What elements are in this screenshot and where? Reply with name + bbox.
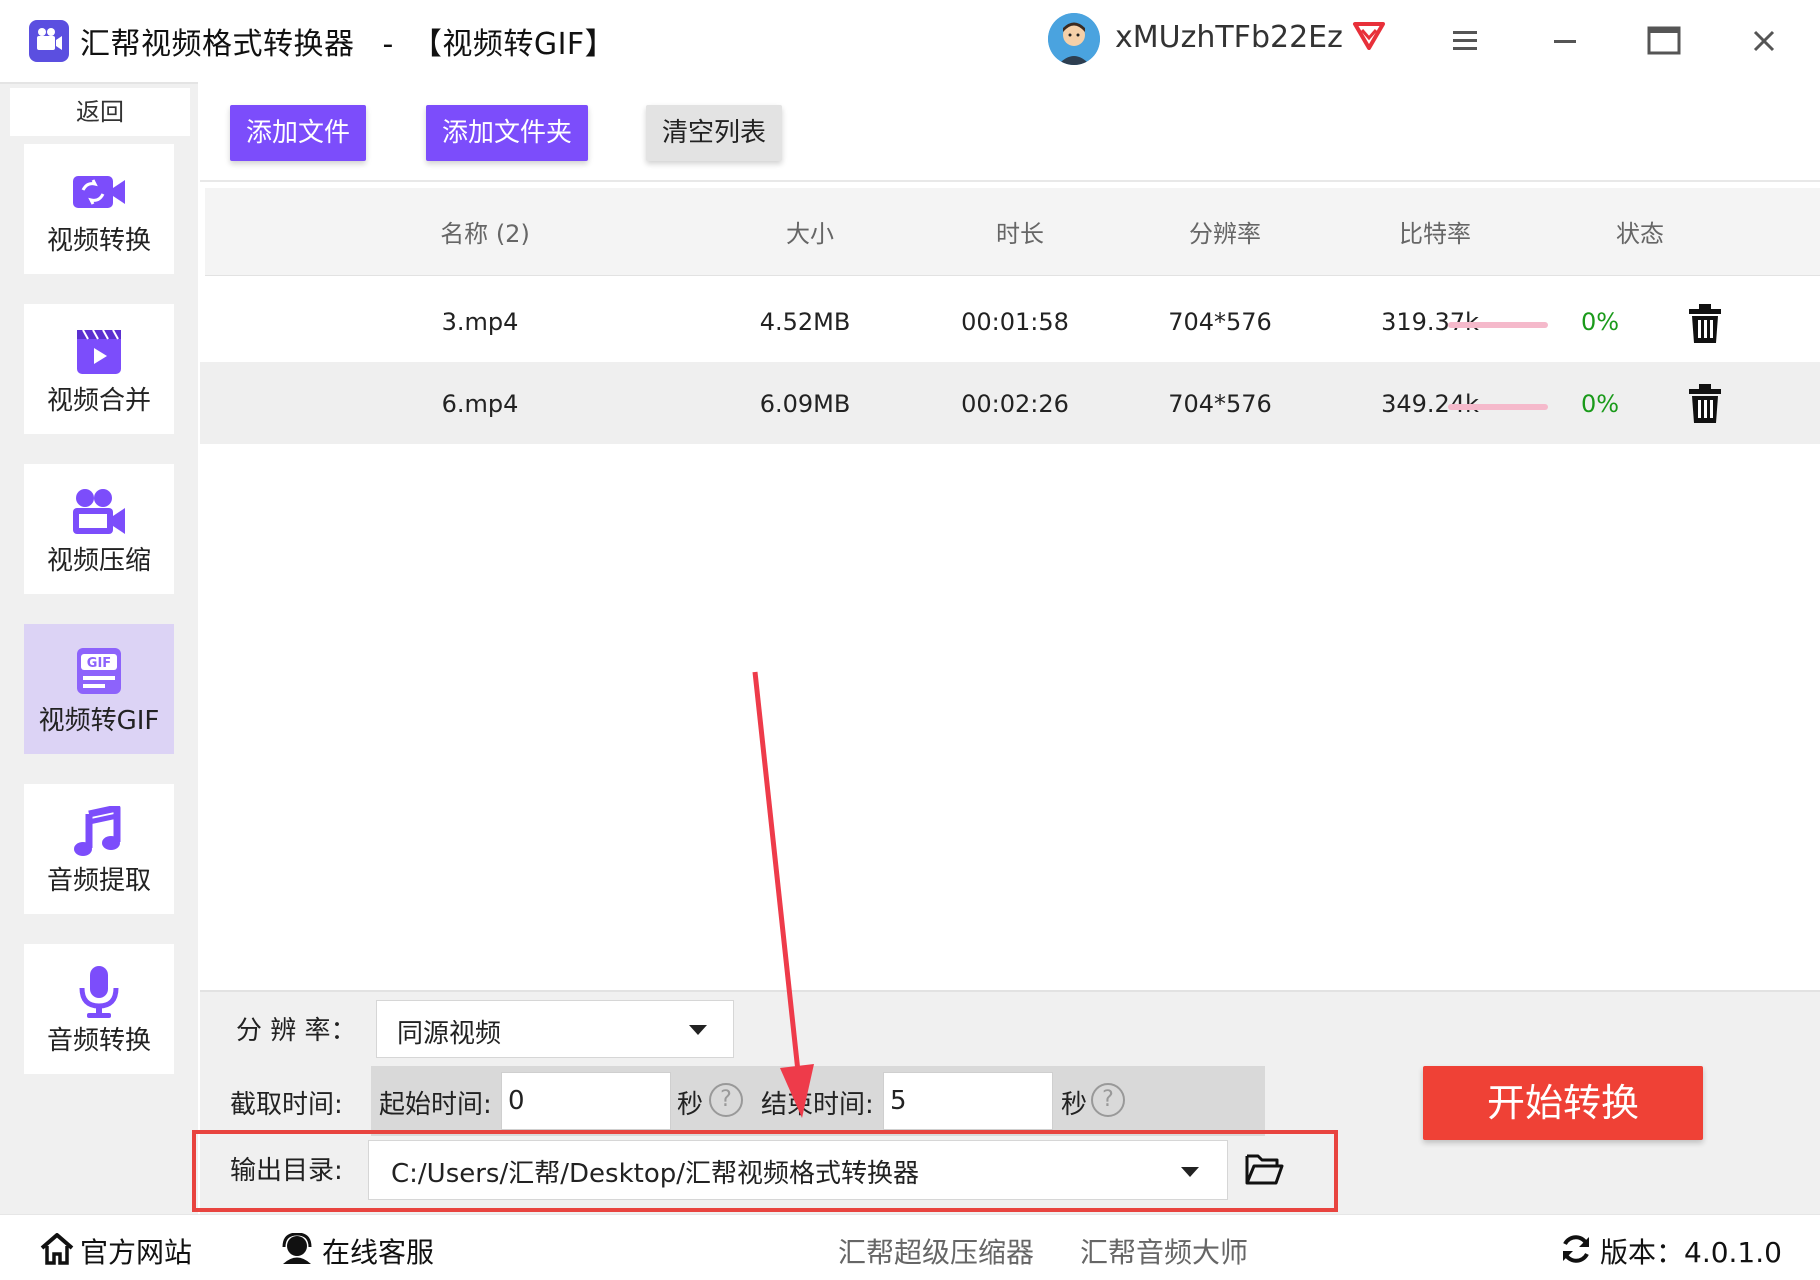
online-support-link[interactable]: 在线客服 (322, 1231, 434, 1271)
annotation-arrow (752, 671, 814, 1118)
home-icon (40, 1233, 74, 1265)
column-header-resolution[interactable]: 分辨率 (1155, 214, 1295, 249)
progress-bar (1448, 322, 1548, 328)
output-dir-label: 输出目录: (230, 1156, 343, 1186)
table-header: 名称 (2) 大小 时长 分辨率 比特率 状态 操作 (205, 188, 1820, 276)
svg-text:GIF: GIF (87, 656, 111, 671)
sidebar-item-label: 视频转换 (46, 226, 151, 256)
sidebar-item-label: 视频合并 (46, 386, 151, 416)
end-time-input[interactable]: 5 (883, 1072, 1053, 1130)
settings-panel: 分 辨 率： 同源视频 截取时间: 起始时间: 0 秒 ? 结束时间: 5 秒 … (192, 990, 1820, 1214)
sidebar: 返回 视频转换 视频合并 视频压缩 GIF 视频转GIF 音频提取 音频转换 (0, 82, 198, 1214)
gif-icon: GIF (77, 648, 121, 694)
progress-percent: 0% (1580, 390, 1620, 418)
sidebar-item-video-merge[interactable]: 视频合并 (24, 304, 174, 434)
add-file-button[interactable]: 添加文件 (230, 105, 366, 161)
sidebar-item-video-compress[interactable]: 视频压缩 (24, 464, 174, 594)
official-website-link[interactable]: 官方网站 (80, 1231, 192, 1271)
vip-diamond-icon[interactable] (1352, 20, 1386, 50)
mode-name: 【视频转GIF】 (411, 27, 616, 62)
close-icon[interactable] (1741, 18, 1787, 64)
help-icon[interactable]: ? (1091, 1083, 1125, 1117)
start-convert-button[interactable]: 开始转换 (1423, 1066, 1703, 1140)
back-button[interactable]: 返回 (10, 88, 190, 136)
file-size: 6.09MB (759, 390, 851, 418)
maximize-icon[interactable] (1641, 18, 1687, 64)
table-row[interactable]: 6.mp4 6.09MB 00:02:26 704*576 349.24k 0% (200, 362, 1820, 444)
resolution-label: 分 辨 率： (236, 1016, 357, 1046)
file-resolution: 704*576 (1168, 308, 1272, 336)
clip-time-label: 截取时间: (230, 1090, 343, 1120)
compressor-link[interactable]: 汇帮超级压缩器 (838, 1231, 1034, 1271)
chevron-down-icon (1181, 1167, 1199, 1177)
chevron-down-icon (689, 1025, 707, 1035)
trash-icon[interactable] (1688, 304, 1722, 344)
file-duration: 00:02:26 (961, 390, 1069, 418)
avatar[interactable] (1048, 13, 1100, 65)
resolution-select[interactable]: 同源视频 (376, 1000, 734, 1058)
audio-master-link[interactable]: 汇帮音频大师 (1080, 1231, 1248, 1271)
username[interactable]: xMUzhTFb22Ez (1115, 20, 1343, 55)
video-convert-icon (73, 176, 125, 208)
column-header-name[interactable]: 名称 (2) (385, 214, 585, 249)
sidebar-item-label: 音频提取 (46, 866, 151, 896)
help-icon[interactable]: ? (709, 1083, 743, 1117)
table-row[interactable]: 3.mp4 4.52MB 00:01:58 704*576 319.37k 0% (200, 278, 1820, 372)
refresh-icon[interactable] (1560, 1233, 1592, 1265)
title-separator: - (382, 27, 394, 62)
sidebar-item-audio-convert[interactable]: 音频转换 (24, 944, 174, 1074)
start-time-input[interactable]: 0 (501, 1072, 671, 1130)
file-name: 6.mp4 (441, 390, 519, 418)
minimize-icon[interactable] (1542, 18, 1588, 64)
version-label: 版本：4.0.1.0 (1600, 1236, 1782, 1269)
file-size: 4.52MB (759, 308, 851, 336)
seconds-unit: 秒 (1061, 1090, 1088, 1120)
column-header-action: 操作 (1790, 214, 1820, 249)
title-bar: 汇帮视频格式转换器 - 【视频转GIF】 xMUzhTFb22Ez (0, 0, 1820, 82)
file-resolution: 704*576 (1168, 390, 1272, 418)
trash-icon[interactable] (1688, 384, 1722, 424)
seconds-unit: 秒 (677, 1090, 704, 1120)
status-bar: 官方网站 在线客服 汇帮超级压缩器 汇帮音频大师 版本：4.0.1.0 (0, 1214, 1820, 1280)
video-compress-icon (73, 489, 125, 534)
file-duration: 00:01:58 (961, 308, 1069, 336)
column-header-size[interactable]: 大小 (745, 214, 875, 249)
app-name: 汇帮视频格式转换器 (80, 27, 355, 62)
app-window: 汇帮视频格式转换器 - 【视频转GIF】 xMUzhTFb22Ez 返回 视频转… (0, 0, 1820, 1280)
sidebar-item-label: 视频转GIF (38, 706, 160, 736)
sidebar-item-video-to-gif[interactable]: GIF 视频转GIF (24, 624, 174, 754)
folder-open-icon[interactable] (1244, 1152, 1284, 1186)
progress-percent: 0% (1580, 308, 1620, 336)
file-table: 名称 (2) 大小 时长 分辨率 比特率 状态 操作 3.mp4 4.52MB … (200, 180, 1820, 990)
resolution-value: 同源视频 (397, 1019, 502, 1049)
column-header-bitrate[interactable]: 比特率 (1365, 214, 1505, 249)
progress-bar (1448, 404, 1548, 410)
start-time-label: 起始时间: (379, 1090, 492, 1120)
customer-service-icon (282, 1233, 312, 1264)
sidebar-item-audio-extract[interactable]: 音频提取 (24, 784, 174, 914)
video-merge-icon (77, 329, 121, 374)
toolbar: 添加文件 添加文件夹 清空列表 (200, 82, 1820, 182)
clear-list-button[interactable]: 清空列表 (646, 105, 782, 161)
sidebar-item-video-convert[interactable]: 视频转换 (24, 144, 174, 274)
app-logo-icon (29, 20, 69, 62)
music-note-icon (74, 806, 121, 856)
output-dir-select[interactable]: C:/Users/汇帮/Desktop/汇帮视频格式转换器 (368, 1140, 1228, 1200)
file-name: 3.mp4 (441, 308, 519, 336)
column-header-duration[interactable]: 时长 (955, 214, 1085, 249)
window-title: 汇帮视频格式转换器 - 【视频转GIF】 (80, 19, 615, 63)
sidebar-item-label: 音频转换 (46, 1026, 151, 1056)
output-dir-value: C:/Users/汇帮/Desktop/汇帮视频格式转换器 (391, 1159, 919, 1189)
add-folder-button[interactable]: 添加文件夹 (426, 105, 588, 161)
column-header-status: 状态 (1616, 220, 1664, 248)
microphone-icon (79, 966, 119, 1018)
sidebar-item-label: 视频压缩 (46, 546, 151, 576)
menu-icon[interactable] (1442, 18, 1488, 64)
